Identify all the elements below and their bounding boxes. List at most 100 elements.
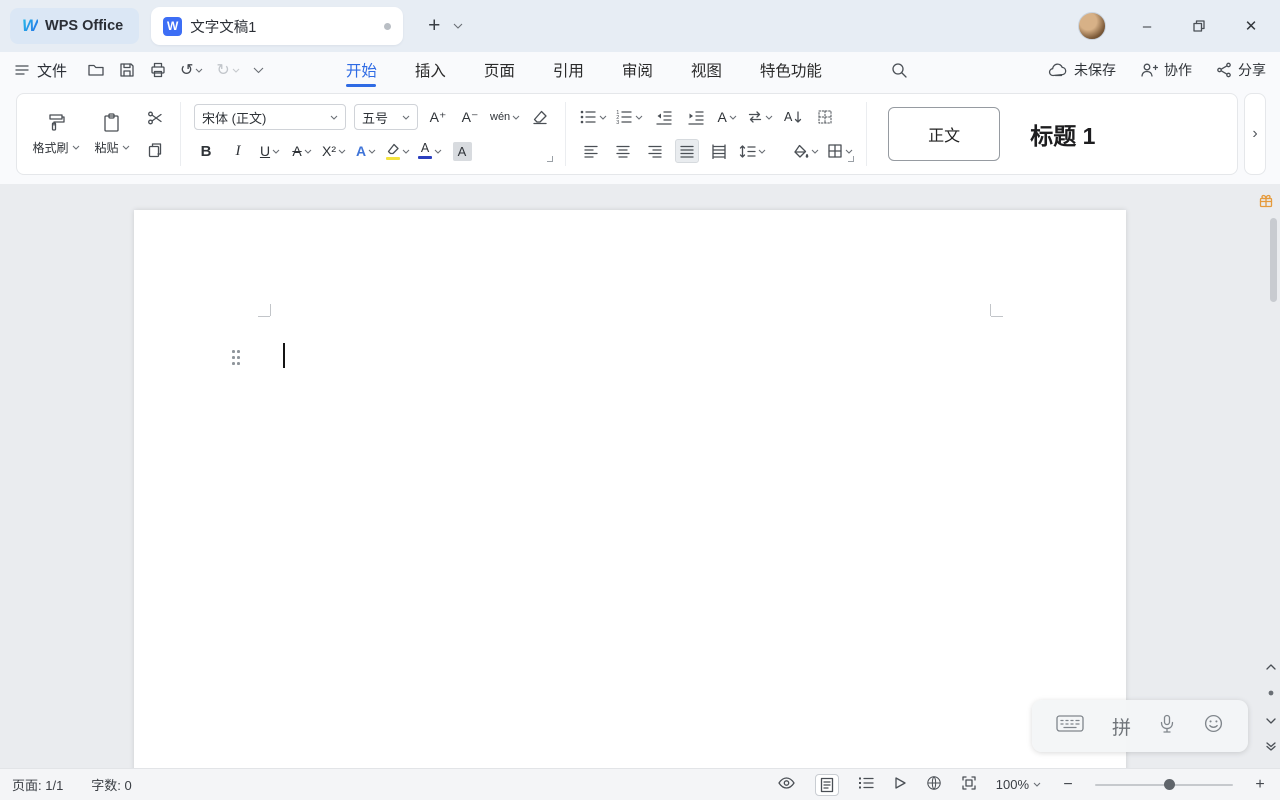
read-aloud-button[interactable] bbox=[893, 776, 907, 793]
ime-voice-button[interactable] bbox=[1159, 714, 1175, 739]
open-file-button[interactable] bbox=[87, 61, 105, 79]
more-quick-actions-button[interactable] bbox=[253, 67, 264, 74]
bold-button[interactable]: B bbox=[194, 139, 218, 163]
user-avatar[interactable] bbox=[1078, 12, 1106, 40]
line-spacing-button[interactable] bbox=[739, 139, 766, 163]
text-effects-icon: A bbox=[355, 143, 367, 159]
fit-page-button[interactable] bbox=[961, 775, 977, 794]
tab-special-features[interactable]: 特色功能 bbox=[760, 52, 822, 88]
promo-icon[interactable] bbox=[1258, 193, 1274, 214]
style-gallery-expand-button[interactable]: › bbox=[1244, 93, 1266, 175]
eye-protect-button[interactable] bbox=[777, 776, 796, 793]
bullet-list-button[interactable] bbox=[579, 105, 607, 129]
close-button[interactable]: ✕ bbox=[1240, 15, 1262, 37]
share-button[interactable]: 分享 bbox=[1216, 60, 1266, 80]
scrollbar-thumb[interactable] bbox=[1270, 218, 1277, 302]
zoom-level-button[interactable]: 100% bbox=[996, 777, 1041, 792]
document-page[interactable] bbox=[134, 210, 1126, 768]
superscript-button[interactable]: X² bbox=[322, 139, 346, 163]
font-name-value: 宋体 (正文) bbox=[202, 110, 267, 126]
svg-text:3: 3 bbox=[616, 120, 619, 125]
tab-insert[interactable]: 插入 bbox=[415, 52, 446, 88]
ime-pinyin-button[interactable]: 拼 bbox=[1112, 713, 1131, 740]
zoom-out-button[interactable]: − bbox=[1060, 776, 1076, 794]
paragraph-dialog-launcher[interactable] bbox=[848, 155, 855, 162]
file-menu-button[interactable]: 文件 bbox=[14, 60, 67, 81]
align-right-button[interactable] bbox=[643, 139, 667, 163]
save-status[interactable]: 未保存 bbox=[1048, 60, 1116, 80]
font-name-select[interactable]: 宋体 (正文) bbox=[194, 104, 346, 130]
app-home-button[interactable]: W WPS Office bbox=[10, 8, 140, 44]
style-normal[interactable]: 正文 bbox=[888, 107, 1001, 161]
align-center-button[interactable] bbox=[611, 139, 635, 163]
shading-button[interactable] bbox=[792, 139, 819, 163]
grow-font-button[interactable]: A⁺ bbox=[426, 105, 450, 129]
group-divider bbox=[565, 102, 567, 166]
new-tab-button[interactable]: + bbox=[421, 13, 447, 39]
ime-keyboard-button[interactable] bbox=[1056, 714, 1084, 738]
tab-references[interactable]: 引用 bbox=[553, 52, 584, 88]
zoom-slider-knob[interactable] bbox=[1164, 779, 1175, 790]
previous-page-button[interactable] bbox=[1266, 657, 1276, 675]
underline-button[interactable]: U bbox=[258, 139, 282, 163]
unsaved-dot-indicator[interactable] bbox=[384, 22, 392, 30]
zoom-in-button[interactable]: + bbox=[1252, 776, 1268, 794]
text-effects-button[interactable]: A bbox=[354, 139, 378, 163]
undo-button[interactable]: ↺ bbox=[180, 60, 203, 80]
tab-list-chevron[interactable] bbox=[453, 23, 463, 29]
word-count[interactable]: 字数: 0 bbox=[91, 775, 131, 794]
phonetic-guide-button[interactable]: wén bbox=[490, 105, 520, 129]
grid-marks-icon bbox=[818, 110, 832, 124]
justify-button[interactable] bbox=[675, 139, 700, 163]
font-size-select[interactable]: 五号 bbox=[354, 104, 418, 130]
zoom-slider[interactable] bbox=[1095, 779, 1233, 790]
font-color-icon: A bbox=[418, 142, 432, 159]
collaborate-button[interactable]: 协作 bbox=[1140, 60, 1192, 80]
copy-button[interactable] bbox=[143, 138, 167, 162]
chevron-down-icon bbox=[272, 149, 280, 154]
search-button[interactable] bbox=[890, 61, 908, 79]
redo-button[interactable]: ↻ bbox=[216, 60, 240, 80]
vertical-scrollbar[interactable] bbox=[1270, 218, 1277, 718]
format-painter-button[interactable]: 格式刷 bbox=[29, 101, 83, 167]
increase-indent-button[interactable] bbox=[683, 105, 707, 129]
browse-object-button[interactable] bbox=[1267, 684, 1275, 702]
page-view-button[interactable] bbox=[814, 773, 839, 796]
text-direction-button[interactable] bbox=[747, 105, 773, 129]
save-button[interactable] bbox=[118, 61, 136, 79]
highlight-button[interactable] bbox=[386, 139, 410, 163]
paragraph-drag-handle[interactable] bbox=[232, 350, 242, 368]
tab-page[interactable]: 页面 bbox=[484, 52, 515, 88]
asian-layout-button[interactable]: A bbox=[715, 105, 739, 129]
tab-stops-button[interactable] bbox=[813, 105, 837, 129]
web-view-button[interactable] bbox=[926, 775, 942, 794]
next-page-button[interactable] bbox=[1266, 711, 1276, 729]
font-group: 宋体 (正文) 五号 A⁺ A⁻ wén B I U A X² A A A bbox=[188, 104, 558, 165]
tab-view[interactable]: 视图 bbox=[691, 52, 722, 88]
align-left-button[interactable] bbox=[579, 139, 603, 163]
tab-review[interactable]: 审阅 bbox=[622, 52, 653, 88]
outline-view-button[interactable] bbox=[858, 776, 874, 793]
distribute-button[interactable] bbox=[707, 139, 731, 163]
document-tab[interactable]: W 文字文稿1 bbox=[151, 7, 404, 45]
style-heading1[interactable]: 标题 1 bbox=[1030, 117, 1095, 151]
scroll-bottom-button[interactable] bbox=[1266, 738, 1276, 756]
print-button[interactable] bbox=[149, 61, 167, 79]
paste-button[interactable]: 粘贴 bbox=[85, 101, 139, 167]
italic-button[interactable]: I bbox=[226, 139, 250, 163]
cut-button[interactable] bbox=[143, 106, 167, 130]
chevron-down-icon bbox=[758, 149, 766, 154]
numbered-list-button[interactable]: 123 bbox=[615, 105, 643, 129]
tab-home[interactable]: 开始 bbox=[346, 52, 377, 88]
clear-formatting-button[interactable] bbox=[528, 105, 552, 129]
font-dialog-launcher[interactable] bbox=[547, 155, 554, 162]
minimize-button[interactable]: – bbox=[1136, 15, 1158, 37]
font-color-button[interactable]: A bbox=[418, 139, 442, 163]
decrease-indent-button[interactable] bbox=[651, 105, 675, 129]
strikethrough-button[interactable]: A bbox=[290, 139, 314, 163]
shrink-font-button[interactable]: A⁻ bbox=[458, 105, 482, 129]
character-shading-button[interactable]: A bbox=[450, 139, 474, 163]
maximize-button[interactable] bbox=[1188, 15, 1210, 37]
sort-button[interactable]: A bbox=[781, 105, 805, 129]
ime-emoji-button[interactable] bbox=[1203, 713, 1224, 739]
